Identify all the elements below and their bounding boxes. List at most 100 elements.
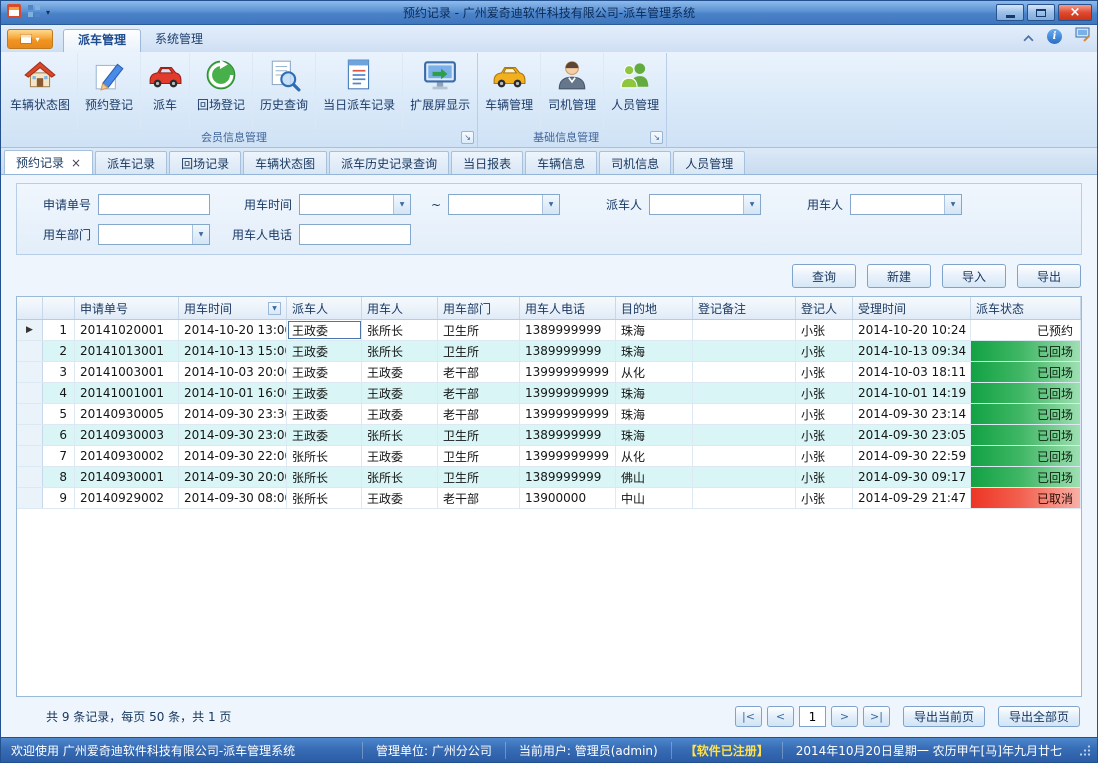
ribbon-button-return-register[interactable]: 回场登记 [190, 53, 253, 129]
user-phone-input[interactable] [299, 224, 411, 245]
cell-dispatcher[interactable]: 张所长 [287, 446, 362, 466]
cell-department[interactable]: 卫生所 [438, 320, 520, 340]
cell-registrar[interactable]: 小张 [796, 404, 853, 424]
cell-user-phone[interactable]: 1389999999 [520, 425, 616, 445]
cell-user-phone[interactable]: 13999999999 [520, 404, 616, 424]
doc-tab-return-records[interactable]: 回场记录 [169, 151, 241, 174]
ribbon-button-history-query[interactable]: 历史查询 [253, 53, 316, 129]
cell-use-time[interactable]: 2014-09-30 23:30 [179, 404, 287, 424]
cell-accept-time[interactable]: 2014-10-01 14:19 [853, 383, 971, 403]
dialog-launcher-icon[interactable]: ↘ [650, 131, 663, 144]
export-all-pages-button[interactable]: 导出全部页 [998, 706, 1080, 727]
cell-order-no[interactable]: 20140930002 [75, 446, 179, 466]
first-page-button[interactable]: |< [735, 706, 762, 727]
cell-use-time[interactable]: 2014-10-20 13:00 [179, 320, 287, 340]
cell-dispatcher[interactable]: 张所长 [287, 467, 362, 487]
cell-order-no[interactable]: 20141013001 [75, 341, 179, 361]
table-row[interactable]: ▶1201410200012014-10-20 13:00王政委张所长卫生所13… [17, 320, 1081, 341]
cell-dispatcher[interactable]: 王政委 [287, 362, 362, 382]
cell-destination[interactable]: 从化 [616, 362, 693, 382]
tab-close-icon[interactable]: × [71, 157, 81, 169]
cell-registrar[interactable]: 小张 [796, 320, 853, 340]
last-page-button[interactable]: >| [863, 706, 890, 727]
cell-registrar[interactable]: 小张 [796, 383, 853, 403]
column-filter-icon[interactable]: ▼ [268, 302, 281, 315]
cell-accept-time[interactable]: 2014-09-30 23:14 [853, 404, 971, 424]
cell-use-time[interactable]: 2014-09-30 22:00 [179, 446, 287, 466]
cell-remark[interactable] [693, 404, 796, 424]
ribbon-button-extended-screen[interactable]: 扩展屏显示 [403, 53, 477, 129]
table-row[interactable]: 9201409290022014-09-30 08:00张所长王政委老干部139… [17, 488, 1081, 509]
table-row[interactable]: 3201410030012014-10-03 20:00王政委王政委老干部139… [17, 362, 1081, 383]
cell-status[interactable]: 已回场 [971, 383, 1081, 403]
ribbon-collapse-icon[interactable] [1023, 27, 1034, 46]
cell-car-user[interactable]: 王政委 [362, 404, 438, 424]
cell-accept-time[interactable]: 2014-09-29 21:47 [853, 488, 971, 508]
cell-registrar[interactable]: 小张 [796, 446, 853, 466]
cell-order-no[interactable]: 20140930001 [75, 467, 179, 487]
column-header-registrar[interactable]: 登记人 [796, 297, 853, 319]
cell-status[interactable]: 已回场 [971, 467, 1081, 487]
doc-tab-driver-info[interactable]: 司机信息 [599, 151, 671, 174]
chevron-down-icon[interactable]: ▼ [944, 195, 961, 214]
cell-car-user[interactable]: 张所长 [362, 425, 438, 445]
page-number-input[interactable] [799, 706, 826, 727]
cell-registrar[interactable]: 小张 [796, 362, 853, 382]
cell-status[interactable]: 已回场 [971, 446, 1081, 466]
cell-use-time[interactable]: 2014-10-03 20:00 [179, 362, 287, 382]
cell-car-user[interactable]: 王政委 [362, 362, 438, 382]
cell-remark[interactable] [693, 383, 796, 403]
column-header-use-time[interactable]: 用车时间▼ [179, 297, 287, 319]
cell-department[interactable]: 卫生所 [438, 425, 520, 445]
cell-status[interactable]: 已回场 [971, 425, 1081, 445]
cell-use-time[interactable]: 2014-09-30 08:00 [179, 488, 287, 508]
cell-destination[interactable]: 珠海 [616, 383, 693, 403]
use-time-to-combo[interactable]: ▼ [448, 194, 560, 215]
cell-registrar[interactable]: 小张 [796, 341, 853, 361]
cell-dispatcher[interactable]: 张所长 [287, 488, 362, 508]
cell-user-phone[interactable]: 13999999999 [520, 362, 616, 382]
cell-user-phone[interactable]: 1389999999 [520, 320, 616, 340]
ribbon-button-reservation-register[interactable]: 预约登记 [78, 53, 141, 129]
cell-remark[interactable] [693, 320, 796, 340]
doc-tab-vehicle-info[interactable]: 车辆信息 [525, 151, 597, 174]
cell-user-phone[interactable]: 1389999999 [520, 467, 616, 487]
cell-remark[interactable] [693, 446, 796, 466]
table-row[interactable]: 8201409300012014-09-30 20:00张所长张所长卫生所138… [17, 467, 1081, 488]
column-header-dispatcher[interactable]: 派车人 [287, 297, 362, 319]
cell-car-user[interactable]: 王政委 [362, 488, 438, 508]
cell-destination[interactable]: 珠海 [616, 425, 693, 445]
cell-user-phone[interactable]: 1389999999 [520, 341, 616, 361]
cell-car-user[interactable]: 张所长 [362, 341, 438, 361]
column-header-user-phone[interactable]: 用车人电话 [520, 297, 616, 319]
table-row[interactable]: 5201409300052014-09-30 23:30王政委王政委老干部139… [17, 404, 1081, 425]
cell-dispatcher[interactable]: 王政委 [287, 383, 362, 403]
close-button[interactable]: × [1058, 4, 1092, 21]
cell-department[interactable]: 老干部 [438, 362, 520, 382]
table-row[interactable]: 4201410010012014-10-01 16:00王政委王政委老干部139… [17, 383, 1081, 404]
cell-remark[interactable] [693, 341, 796, 361]
cell-remark[interactable] [693, 467, 796, 487]
cell-order-no[interactable]: 20140930003 [75, 425, 179, 445]
cell-remark[interactable] [693, 425, 796, 445]
cell-accept-time[interactable]: 2014-09-30 23:05 [853, 425, 971, 445]
cell-car-user[interactable]: 张所长 [362, 320, 438, 340]
import-button[interactable]: 导入 [942, 264, 1006, 288]
resize-grip-icon[interactable] [1079, 744, 1091, 756]
prev-page-button[interactable]: < [767, 706, 794, 727]
cell-order-no[interactable]: 20140930005 [75, 404, 179, 424]
car-user-combo[interactable]: ▼ [850, 194, 962, 215]
cell-status[interactable]: 已回场 [971, 341, 1081, 361]
next-page-button[interactable]: > [831, 706, 858, 727]
cell-order-no[interactable]: 20141003001 [75, 362, 179, 382]
registered-link[interactable]: 【软件已注册】 [671, 742, 782, 759]
cell-accept-time[interactable]: 2014-10-13 09:34 [853, 341, 971, 361]
cell-accept-time[interactable]: 2014-10-03 18:11 [853, 362, 971, 382]
cell-dispatcher[interactable]: 王政委 [287, 320, 362, 340]
cell-destination[interactable]: 珠海 [616, 341, 693, 361]
cell-dispatcher[interactable]: 王政委 [287, 404, 362, 424]
doc-tab-reservation-records[interactable]: 预约记录× [4, 150, 93, 174]
cell-car-user[interactable]: 王政委 [362, 383, 438, 403]
export-button[interactable]: 导出 [1017, 264, 1081, 288]
ribbon-button-vehicle-status-chart[interactable]: 车辆状态图 [3, 53, 78, 129]
